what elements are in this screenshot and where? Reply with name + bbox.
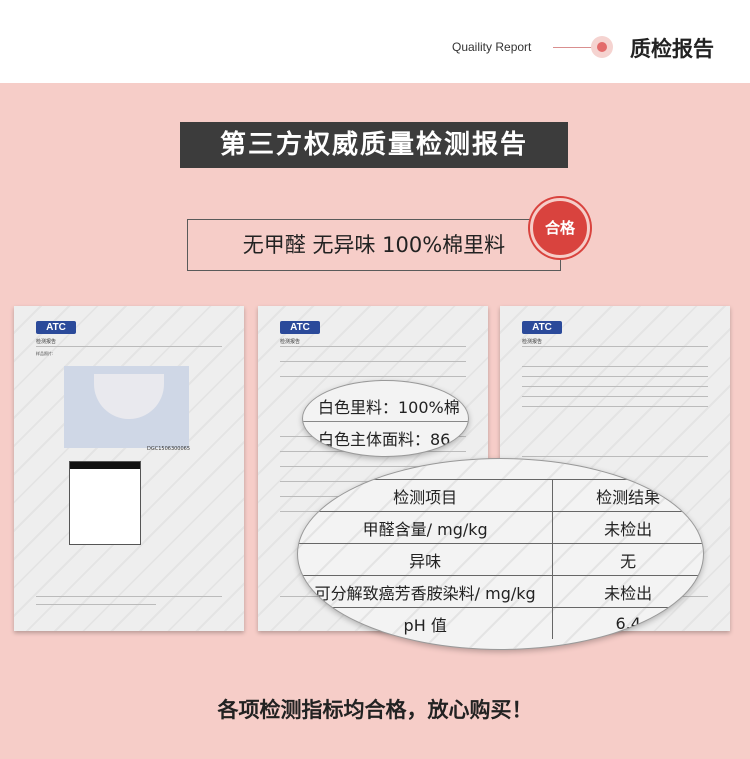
sample-photo-label: 样品照片: <box>36 351 54 356</box>
quality-report-title: 质检报告 <box>630 37 714 61</box>
care-label-image <box>69 461 141 545</box>
test-item: pH 值 <box>298 607 554 639</box>
test-result: 未检出 <box>552 511 703 544</box>
test-results-table: 检测项目 检测结果 甲醛含量/ mg/kg 未检出 异味 无 可分解致癌芳香胺染… <box>298 479 703 639</box>
doc-title: 检测报告 <box>280 339 301 345</box>
table-row: 甲醛含量/ mg/kg 未检出 <box>298 511 703 544</box>
table-header-row: 检测项目 检测结果 <box>298 479 703 512</box>
atc-logo: ATC <box>280 321 320 334</box>
atc-logo: ATC <box>36 321 76 334</box>
lining-composition-text: 白色里料：100%棉 <box>318 398 460 417</box>
sample-code: DGC1506300065 <box>147 446 191 452</box>
test-result: 未检出 <box>552 575 703 608</box>
table-row: 异味 无 <box>298 543 703 576</box>
table-row: 可分解致癌芳香胺染料/ mg/kg 未检出 <box>298 575 703 608</box>
test-result: 无 <box>552 543 703 576</box>
top-header: Quaility Report 质检报告 <box>0 0 750 83</box>
sample-photo <box>64 366 189 448</box>
qualified-stamp-icon: 合格 <box>530 198 590 258</box>
authority-banner: 第三方权威质量检测报告 <box>180 122 568 168</box>
header-dot-center-icon <box>597 42 607 52</box>
quality-report-english: Quaility Report <box>452 40 532 54</box>
magnifier-lining-composition: 白色里料：100%棉 白色主体面料：86.4 <box>302 380 469 457</box>
magnifier-test-results: 检测项目 检测结果 甲醛含量/ mg/kg 未检出 异味 无 可分解致癌芳香胺染… <box>297 458 704 650</box>
main-fabric-text: 白色主体面料：86.4 <box>318 430 466 449</box>
table-row: pH 值 6.4 <box>298 607 703 639</box>
footer-slogan: 各项检测指标均合格，放心购买！ <box>217 698 533 722</box>
feature-subtitle: 无甲醛 无异味 100%棉里料 <box>187 219 561 271</box>
header-test-result: 检测结果 <box>552 479 703 512</box>
doc-title: 检测报告 <box>36 339 57 345</box>
header-test-item: 检测项目 <box>298 479 554 512</box>
test-item: 异味 <box>298 543 554 576</box>
atc-logo: ATC <box>522 321 562 334</box>
test-item: 甲醛含量/ mg/kg <box>298 511 554 544</box>
test-result: 6.4 <box>552 607 703 639</box>
doc-title: 检测报告 <box>522 339 543 345</box>
report-document-1: ATC 检测报告 样品照片: DGC1506300065 <box>14 306 244 631</box>
test-item: 可分解致癌芳香胺染料/ mg/kg <box>298 575 554 608</box>
